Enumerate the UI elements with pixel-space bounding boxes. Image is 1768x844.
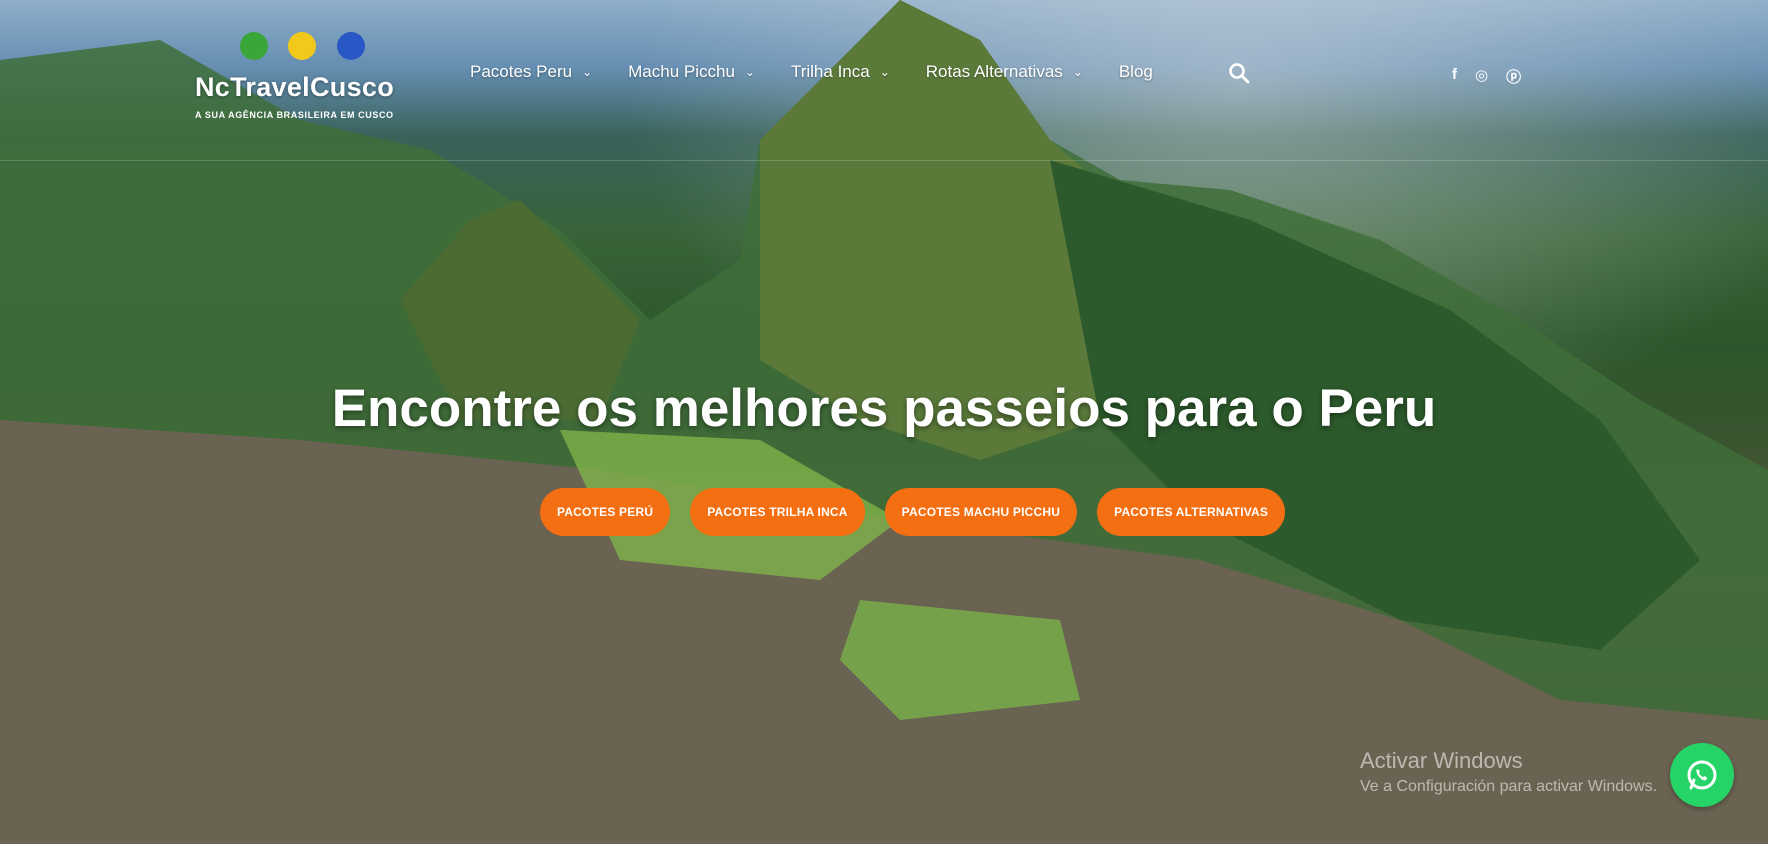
nav-item-label: Blog — [1118, 62, 1153, 81]
site-logo[interactable]: NcTravelCusco A SUA AGÊNCIA BRASILEIRA E… — [195, 30, 425, 125]
nav-item-label: Trilha Inca — [790, 62, 870, 81]
instagram-icon[interactable]: ◎ — [1475, 66, 1488, 87]
facebook-icon[interactable]: f — [1452, 66, 1457, 87]
nav-item-rotas-alternativas[interactable]: Rotas Alternativas ⌄ — [926, 62, 1083, 82]
nav-item-label: Pacotes Peru — [470, 62, 573, 81]
pacotes-machu-picchu-button[interactable]: PACOTES MACHU PICCHU — [884, 488, 1078, 536]
pacotes-peru-button[interactable]: PACOTES PERÚ — [540, 488, 671, 536]
site-header: NcTravelCusco A SUA AGÊNCIA BRASILEIRA E… — [0, 0, 1768, 161]
pacotes-trilha-inca-button[interactable]: PACOTES TRILHA INCA — [690, 488, 865, 536]
main-nav: Pacotes Peru ⌄ Machu Picchu ⌄ Trilha Inc… — [470, 62, 1189, 82]
chevron-down-icon: ⌄ — [744, 65, 755, 79]
nav-item-label: Rotas Alternativas — [925, 62, 1063, 81]
chevron-down-icon: ⌄ — [582, 65, 593, 79]
whatsapp-icon — [1687, 760, 1717, 790]
search-button[interactable] — [1228, 62, 1250, 89]
pacotes-alternativas-button[interactable]: PACOTES ALTERNATIVAS — [1097, 488, 1286, 536]
chevron-down-icon: ⌄ — [1072, 65, 1083, 79]
nav-item-blog[interactable]: Blog — [1119, 62, 1153, 82]
logo-dot-green — [240, 32, 268, 60]
logo-dots — [240, 32, 381, 65]
logo-dot-yellow — [288, 32, 317, 60]
brand-name: NcTravelCusco — [195, 72, 394, 102]
nav-item-machu-picchu[interactable]: Machu Picchu ⌄ — [628, 62, 755, 82]
watermark-subtitle: Ve a Configuración para activar Windows. — [1360, 778, 1658, 795]
nav-item-trilha-inca[interactable]: Trilha Inca ⌄ — [791, 62, 890, 82]
logo-dot-blue — [336, 32, 365, 60]
hero-button-group: PACOTES PERÚ PACOTES TRILHA INCA PACOTES… — [540, 488, 1286, 536]
brand-tagline: A SUA AGÊNCIA BRASILEIRA EM CUSCO — [195, 110, 394, 120]
windows-activation-watermark: Activar Windows Ve a Configuración para … — [1360, 748, 1657, 796]
watermark-title: Activar Windows — [1360, 748, 1523, 773]
search-icon — [1229, 63, 1250, 84]
hero-title: Encontre os melhores passeios para o Per… — [331, 379, 1437, 438]
nav-item-label: Machu Picchu — [628, 62, 735, 81]
whatsapp-button[interactable] — [1670, 743, 1734, 807]
nav-item-pacotes-peru[interactable]: Pacotes Peru ⌄ — [470, 62, 592, 82]
chevron-down-icon: ⌄ — [879, 65, 890, 79]
social-links: f ◎ ⓟ — [1452, 66, 1521, 87]
pinterest-icon[interactable]: ⓟ — [1506, 66, 1521, 87]
